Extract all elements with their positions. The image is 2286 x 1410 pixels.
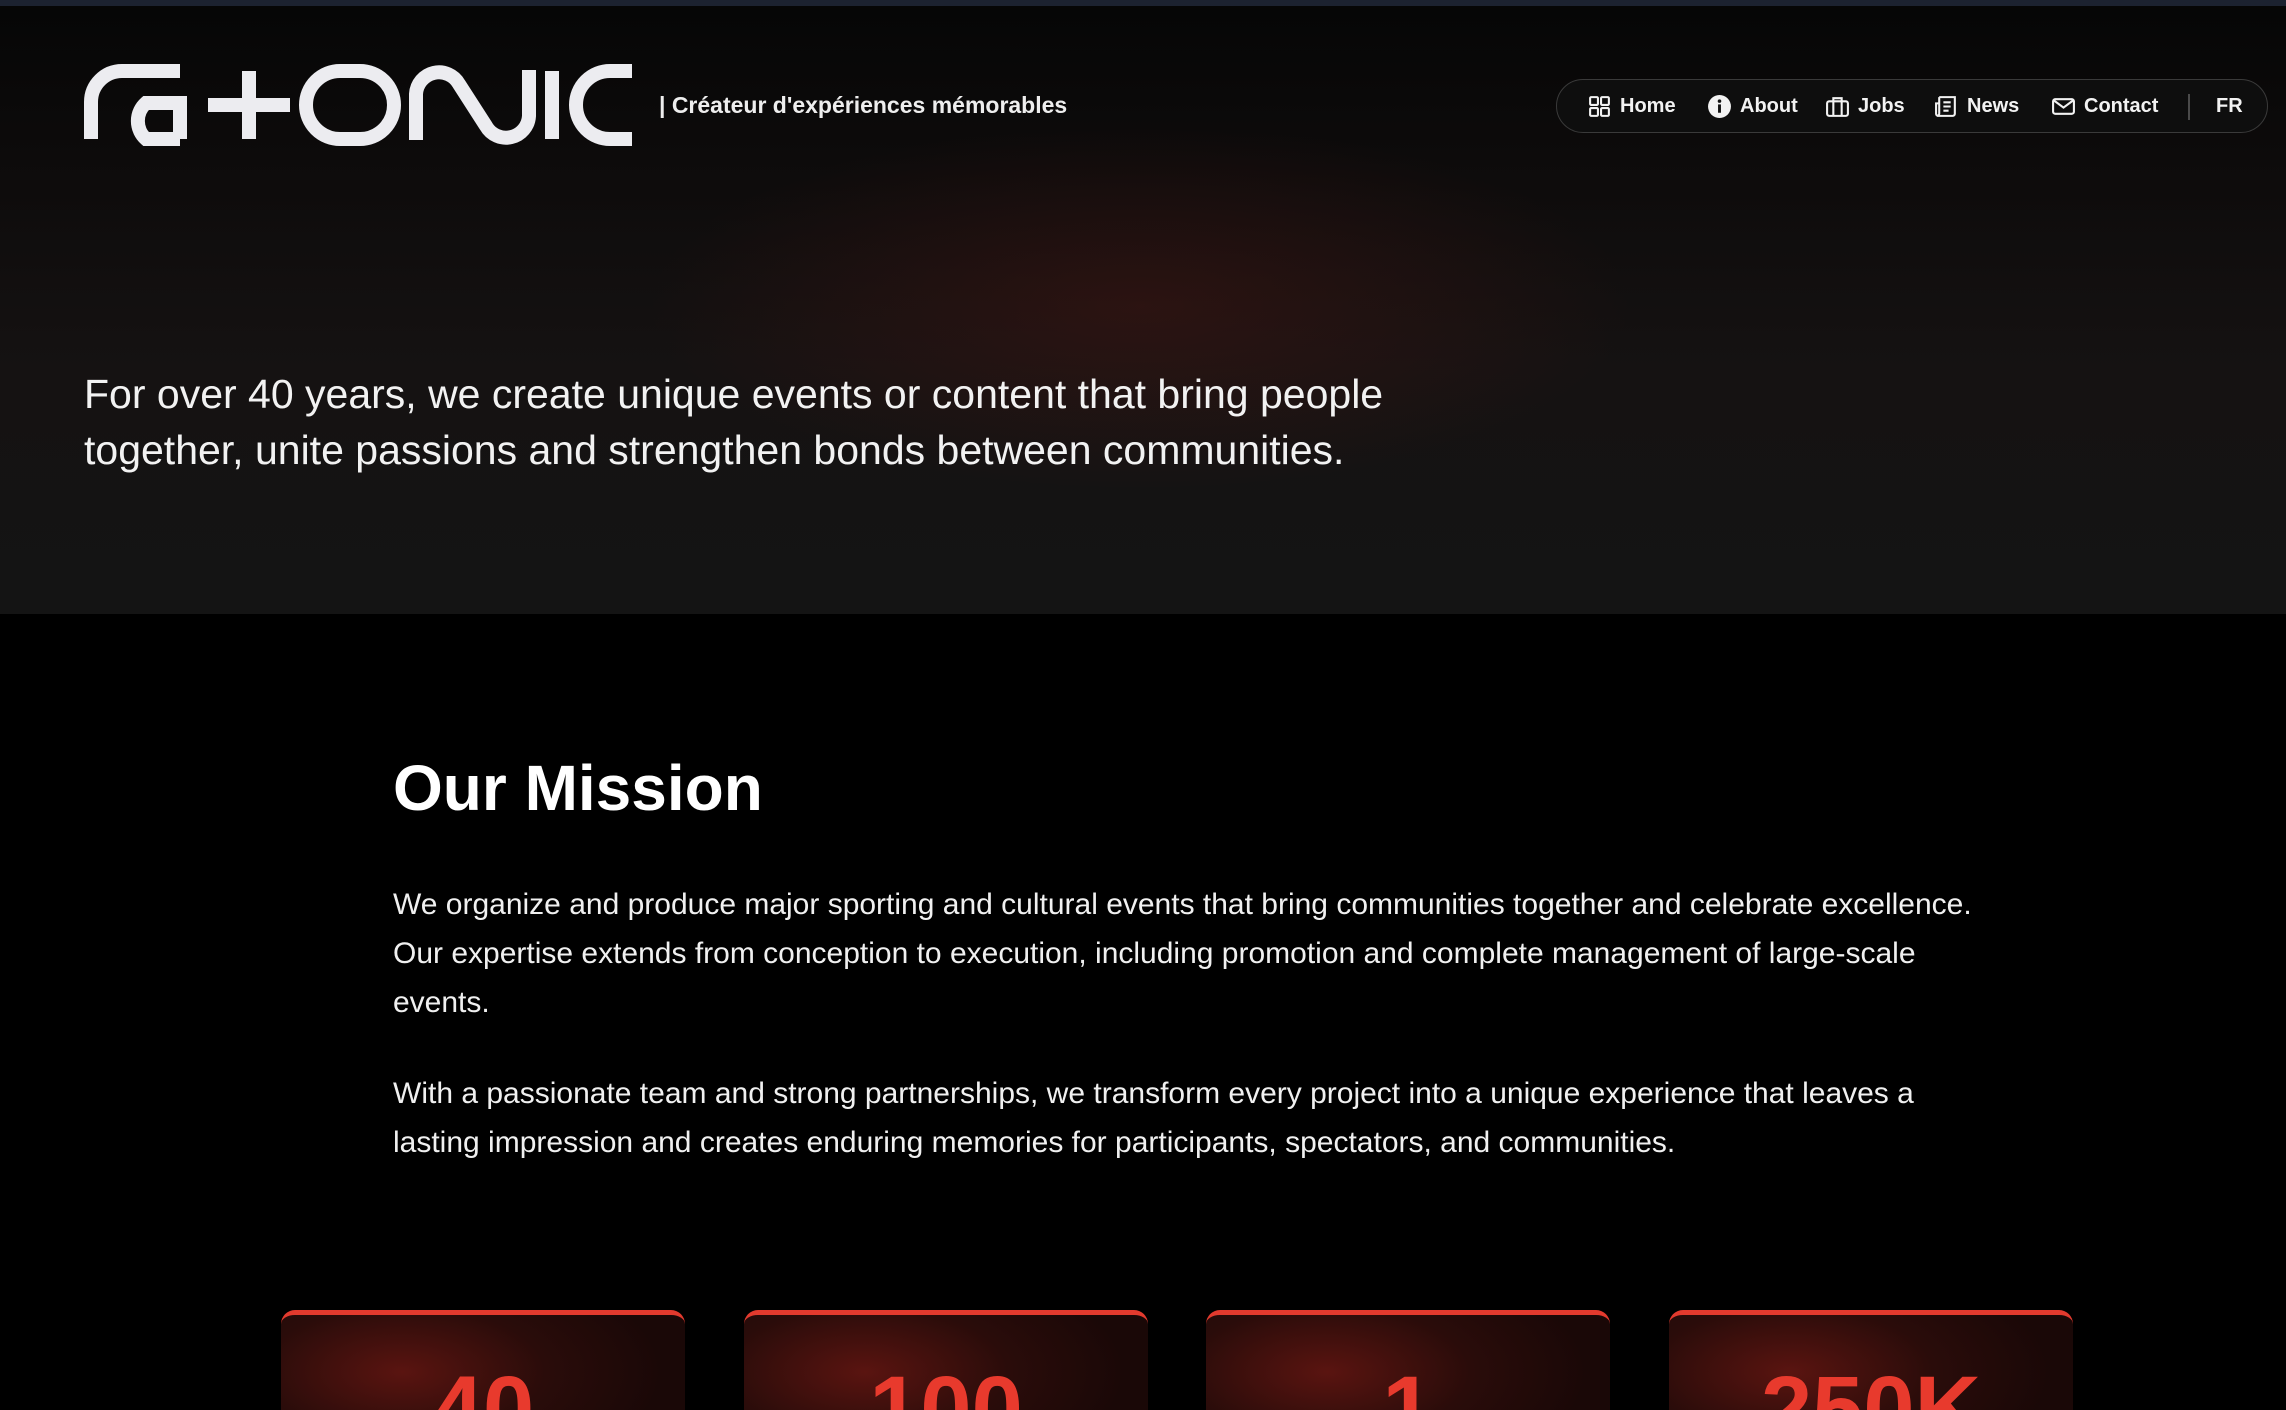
brand-logo[interactable] [84, 64, 632, 146]
nav-label-home: Home [1620, 94, 1676, 117]
nav-label-about: About [1740, 94, 1798, 117]
logo-wordmark [84, 64, 632, 146]
nav-item-jobs[interactable]: Jobs [1825, 80, 1905, 132]
stat-card-3: 1 [1206, 1310, 1610, 1410]
newspaper-icon [1934, 94, 1959, 119]
nav-label-jobs: Jobs [1858, 94, 1905, 117]
mail-icon [2051, 94, 2076, 119]
stat-card-2: 100 [744, 1310, 1148, 1410]
mission-section: Our Mission We organize and produce majo… [393, 748, 1993, 1159]
nav-divider [2188, 94, 2190, 120]
main-nav: Home About Jobs News Contact FR [1556, 79, 2268, 133]
stat-card-1: 40 [281, 1310, 685, 1410]
mission-paragraph-1: We organize and produce major sporting a… [393, 888, 1972, 1019]
nav-item-about[interactable]: About [1707, 80, 1798, 132]
stat-card-4: 250K [1669, 1310, 2073, 1410]
grid-icon [1587, 94, 1612, 119]
mission-title: Our Mission [393, 752, 763, 824]
info-icon [1707, 94, 1732, 119]
hero-statement: For over 40 years, we create unique even… [84, 371, 1384, 473]
stat-value: 40 [431, 1358, 535, 1410]
stat-value: 100 [869, 1358, 1023, 1410]
nav-label-contact: Contact [2084, 94, 2159, 117]
language-switch[interactable]: FR [2216, 80, 2243, 132]
mission-paragraph-2: With a passionate team and strong partne… [393, 1077, 1914, 1159]
stat-value: 1 [1382, 1358, 1434, 1410]
brand-tagline: | Créateur d'expériences mémorables [659, 92, 1068, 118]
nav-label-news: News [1967, 94, 2020, 117]
nav-item-home[interactable]: Home [1587, 80, 1676, 132]
hero-section: | Créateur d'expériences mémorables Home… [0, 6, 2286, 614]
nav-item-contact[interactable]: Contact [2051, 80, 2158, 132]
stat-value: 250K [1761, 1358, 1981, 1410]
nav-item-news[interactable]: News [1934, 80, 2019, 132]
briefcase-icon [1825, 94, 1850, 119]
